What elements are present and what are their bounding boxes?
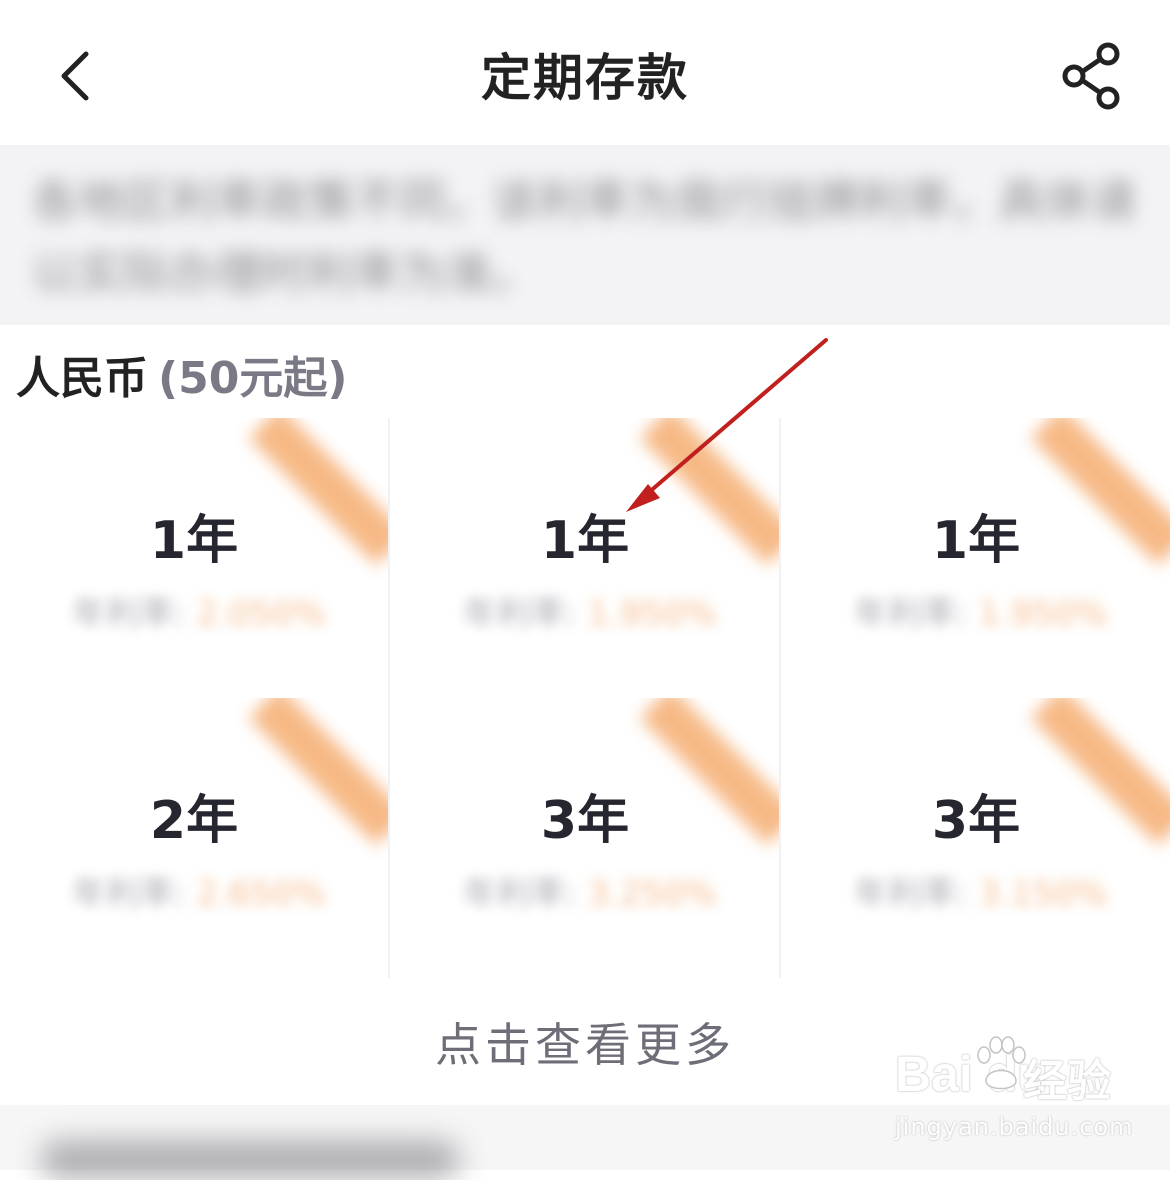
product-rate: 年利率: 2.650% [72, 874, 326, 914]
deposit-products-grid: 1年 年利率: 2.050% 1年 年利率: 1.950% 1年 年利率: 1.… [0, 418, 1170, 978]
product-rate: 年利率: 3.250% [463, 874, 717, 914]
watermark-cn: 经验 [1023, 1056, 1111, 1107]
product-rate: 年利率: 3.150% [854, 874, 1108, 914]
watermark-url: jingyan.baidu.com [895, 1113, 1134, 1141]
product-card[interactable]: 1年 年利率: 2.050% [0, 418, 388, 696]
product-card[interactable]: 3年 年利率: 3.150% [782, 698, 1170, 976]
product-term: 1年 [540, 511, 630, 571]
notice-text: 各地区利率政策不同，该利率为我行挂牌利率，具体请以实际办理时利率为准。 [32, 174, 1136, 300]
baidu-jingyan-watermark: Bai du 经验 jingyan.baidu.com [895, 1035, 1145, 1155]
share-icon [1062, 42, 1120, 110]
grid-divider [388, 418, 390, 978]
paw-icon [977, 1036, 1026, 1090]
rate-notice-banner: 各地区利率政策不同，该利率为我行挂牌利率，具体请以实际办理时利率为准。 [0, 145, 1170, 325]
share-button[interactable] [1058, 40, 1128, 112]
minimum-amount-label: (50元起) [158, 353, 348, 404]
app-header: 定期存款 [0, 0, 1170, 145]
page-title: 定期存款 [481, 49, 689, 107]
product-term: 2年 [149, 791, 239, 851]
product-term: 3年 [931, 791, 1021, 851]
product-rate: 年利率: 1.950% [463, 594, 717, 634]
product-rate: 年利率: 2.050% [72, 594, 326, 634]
product-term: 1年 [931, 511, 1021, 571]
product-card[interactable]: 1年 年利率: 1.950% [391, 418, 779, 696]
product-term: 3年 [540, 791, 630, 851]
product-term: 1年 [149, 511, 239, 571]
blurred-content [40, 1140, 460, 1180]
currency-label: 人民币 [16, 353, 148, 404]
product-card[interactable]: 1年 年利率: 1.950% [782, 418, 1170, 696]
product-card[interactable]: 2年 年利率: 2.650% [0, 698, 388, 976]
product-rate: 年利率: 1.950% [854, 594, 1108, 634]
grid-divider [779, 418, 781, 978]
product-card[interactable]: 3年 年利率: 3.250% [391, 698, 779, 976]
section-title: 人民币 (50元起) [16, 342, 347, 406]
